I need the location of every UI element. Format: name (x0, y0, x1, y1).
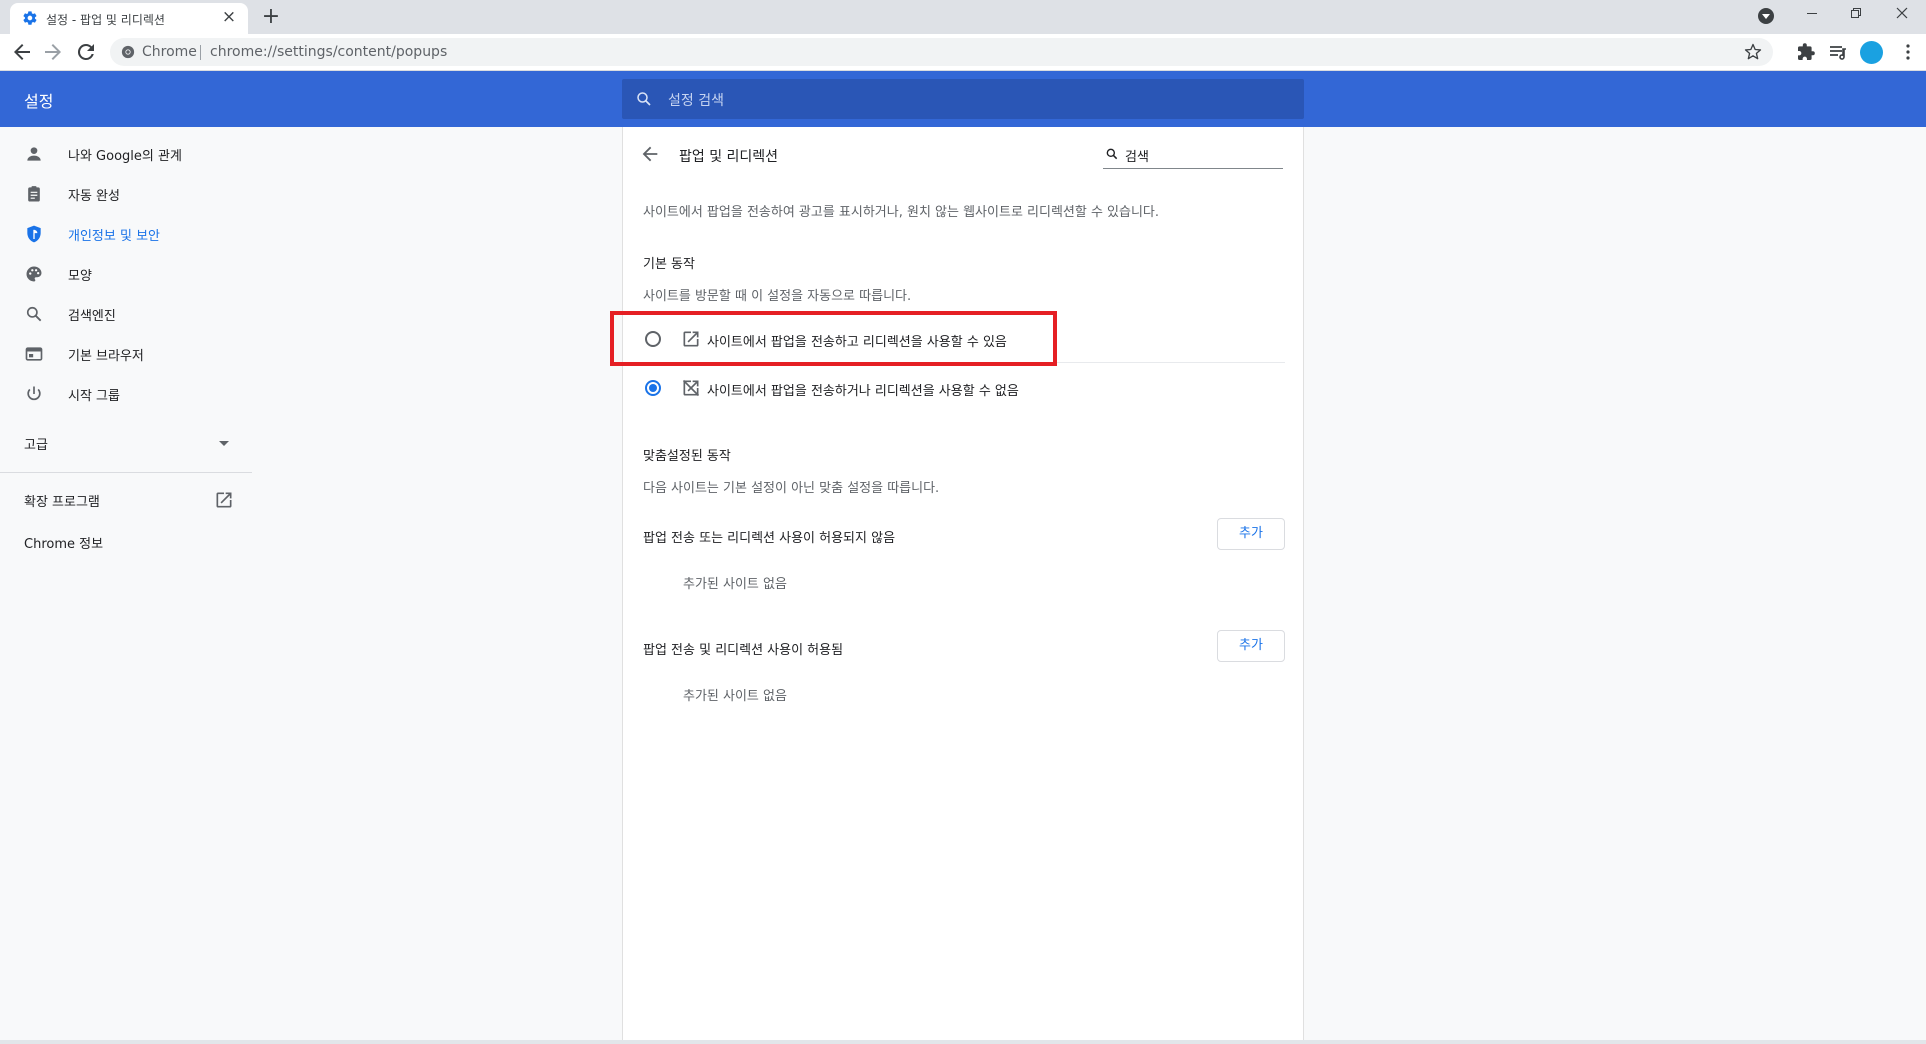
settings-search-input[interactable]: 설정 검색 (622, 79, 1304, 119)
sidebar-item-about-chrome[interactable]: Chrome 정보 (0, 521, 252, 561)
browser-toolbar: Chrome chrome://settings/content/popups (0, 34, 1926, 71)
sidebar-item-label: 검색엔진 (68, 309, 116, 324)
browser-tab[interactable]: 설정 - 팝업 및 리디렉션 × (10, 3, 248, 34)
scheme-label: Chrome (142, 44, 197, 60)
sidebar-item-autofill[interactable]: 자동 완성 (0, 174, 252, 214)
star-icon[interactable] (1743, 42, 1763, 62)
extensions-label: 확장 프로그램 (24, 495, 100, 510)
sidebar-item-appearance[interactable]: 모양 (0, 254, 252, 294)
radio-button-checked[interactable] (645, 380, 661, 396)
omnibox-divider (200, 45, 201, 60)
back-icon (14, 44, 30, 60)
address-bar[interactable]: Chrome chrome://settings/content/popups (110, 38, 1773, 66)
sidebar-item-on-startup[interactable]: 시작 그룹 (0, 374, 252, 414)
clipboard-icon (28, 186, 40, 202)
reload-button[interactable] (74, 40, 98, 64)
new-tab-button[interactable]: + (258, 5, 284, 31)
person-icon (27, 147, 41, 161)
back-arrow-icon[interactable] (639, 143, 661, 165)
about-label: Chrome 정보 (24, 537, 104, 552)
settings-card: 팝업 및 리디렉션 검색 사이트에서 팝업을 전송하여 광고를 표시하거나, 원… (610, 127, 1304, 1044)
minimize-button[interactable] (1790, 0, 1834, 32)
search-icon (1106, 148, 1118, 160)
list-label: 팝업 전송 또는 리디렉션 사용이 허용되지 않음 (643, 531, 896, 546)
reading-list-button[interactable] (1826, 40, 1850, 64)
chevron-down-icon (219, 441, 229, 446)
radio-label: 사이트에서 팝업을 전송하거나 리디렉션을 사용할 수 없음 (707, 384, 1019, 399)
empty-list-text: 추가된 사이트 없음 (683, 689, 787, 704)
extensions-button[interactable] (1794, 40, 1818, 64)
subpage-search-text: 검색 (1125, 150, 1149, 165)
list-header-allowed: 팝업 전송 및 리디렉션 사용이 허용됨 추가 (643, 630, 1285, 662)
more-icon (1906, 44, 1910, 60)
browser-icon (25, 347, 43, 361)
sidebar-item-you-and-google[interactable]: 나와 Google의 관계 (0, 134, 252, 174)
popup-blocked-icon (682, 379, 700, 397)
advanced-label: 고급 (24, 438, 48, 453)
empty-list-text: 추가된 사이트 없음 (683, 577, 787, 592)
sidebar-item-label: 개인정보 및 보안 (68, 229, 160, 244)
add-blocked-site-button[interactable]: 추가 (1217, 518, 1285, 550)
url-text[interactable]: chrome://settings/content/popups (210, 44, 447, 60)
close-icon (1896, 7, 1908, 19)
sidebar-item-extensions[interactable]: 확장 프로그램 (0, 479, 252, 519)
page-description: 사이트에서 팝업을 전송하여 광고를 표시하거나, 원치 않는 웹사이트로 리디… (643, 205, 1160, 220)
reload-icon (77, 43, 94, 60)
sidebar-item-default-browser[interactable]: 기본 브라우저 (0, 334, 252, 374)
sidebar-item-label: 나와 Google의 관계 (68, 149, 182, 164)
tab-title: 설정 - 팝업 및 리디렉션 (46, 13, 165, 27)
add-allowed-site-button[interactable]: 추가 (1217, 630, 1285, 662)
power-icon (27, 386, 41, 401)
search-icon (637, 92, 651, 106)
palette-icon (26, 266, 42, 282)
gear-icon (23, 11, 37, 25)
sidebar-item-label: 기본 브라우저 (68, 349, 144, 364)
sidebar-item-advanced[interactable]: 고급 (0, 423, 252, 463)
search-icon (26, 306, 42, 322)
highlight-box (610, 311, 1057, 366)
sidebar-divider (0, 472, 252, 473)
page-title: 설정 (24, 92, 54, 111)
tab-close-icon[interactable]: × (220, 9, 238, 27)
tab-search-icon[interactable] (1758, 8, 1774, 24)
restore-icon (1851, 8, 1861, 18)
back-button[interactable] (10, 40, 34, 64)
restore-button[interactable] (1834, 0, 1878, 32)
sidebar-item-privacy-security[interactable]: 개인정보 및 보안 (0, 214, 252, 254)
sidebar-item-label: 모양 (68, 269, 92, 284)
tab-strip: 설정 - 팝업 및 리디렉션 × + (0, 0, 1926, 34)
section-title-default: 기본 동작 (643, 257, 695, 272)
forward-button[interactable] (41, 40, 65, 64)
bottom-strip (0, 1040, 1926, 1044)
avatar[interactable] (1860, 41, 1883, 64)
list-header-blocked: 팝업 전송 또는 리디렉션 사용이 허용되지 않음 추가 (643, 518, 1285, 550)
settings-header: 설정 설정 검색 (0, 71, 1926, 127)
sidebar-item-label: 시작 그룹 (68, 389, 120, 404)
subpage-search-input[interactable]: 검색 (1103, 141, 1283, 169)
open-in-new-icon (216, 492, 232, 508)
minimize-icon (1807, 13, 1817, 14)
search-placeholder: 설정 검색 (668, 93, 724, 109)
section-title-custom: 맞춤설정된 동작 (643, 449, 731, 464)
sidebar: 나와 Google의 관계 자동 완성 개인정보 및 보안 모양 검색엔진 기본… (0, 127, 252, 1044)
list-label: 팝업 전송 및 리디렉션 사용이 허용됨 (643, 643, 844, 658)
reading-list-icon (1830, 46, 1846, 60)
subpage-title: 팝업 및 리디렉션 (679, 149, 779, 165)
chrome-icon (121, 45, 135, 59)
sidebar-item-search-engine[interactable]: 검색엔진 (0, 294, 252, 334)
section-subtitle-custom: 다음 사이트는 기본 설정이 아닌 맞춤 설정을 따릅니다. (643, 481, 940, 496)
close-window-button[interactable] (1880, 0, 1924, 32)
extensions-icon (1798, 43, 1815, 60)
sidebar-item-label: 자동 완성 (68, 189, 120, 204)
section-subtitle-default: 사이트를 방문할 때 이 설정을 자동으로 따릅니다. (643, 289, 912, 304)
radio-option-block[interactable]: 사이트에서 팝업을 전송하거나 리디렉션을 사용할 수 없음 (643, 364, 1285, 412)
shield-icon (27, 225, 41, 243)
forward-icon (45, 44, 61, 60)
more-button[interactable] (1896, 40, 1920, 64)
